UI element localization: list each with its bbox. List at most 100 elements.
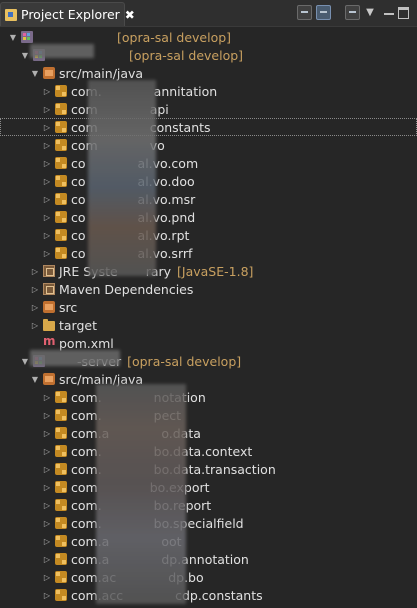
pkg-icon <box>55 517 67 529</box>
tree-row[interactable]: ▷ target <box>0 316 417 334</box>
view-toolbar: ▼ <box>297 5 409 20</box>
collapsed-arrow-icon[interactable]: ▷ <box>42 537 52 546</box>
collapsed-arrow-icon[interactable]: ▷ <box>30 303 40 312</box>
collapsed-arrow-icon[interactable]: ▷ <box>42 195 52 204</box>
tree-row[interactable]: ▷ com api <box>0 100 417 118</box>
tree-item-label: co <box>71 173 86 189</box>
tree-item-label: src/main/java <box>59 65 144 81</box>
collapsed-arrow-icon[interactable]: ▷ <box>42 465 52 474</box>
tree-row[interactable]: ▼ src/main/java <box>0 64 417 82</box>
pkg-icon <box>55 103 67 115</box>
collapsed-arrow-icon[interactable]: ▷ <box>42 105 52 114</box>
pkg-icon <box>55 463 67 475</box>
collapsed-arrow-icon[interactable]: ▷ <box>42 231 52 240</box>
pkg-icon <box>55 85 67 97</box>
collapsed-arrow-icon[interactable]: ▷ <box>42 573 52 582</box>
tree-item-label: com <box>71 479 98 495</box>
tree-row[interactable]: ▷ Maven Dependencies <box>0 280 417 298</box>
tree-row[interactable]: ▼ src/main/java <box>0 370 417 388</box>
tree-row[interactable]: ▷ co al.vo.com <box>0 154 417 172</box>
expanded-arrow-icon[interactable]: ▼ <box>20 51 30 60</box>
expanded-arrow-icon[interactable]: ▼ <box>30 375 40 384</box>
tree-item-label-tail: cdp.constants <box>175 587 263 603</box>
tree-row[interactable]: ▷JRE Systerary[JavaSE-1.8] <box>0 262 417 280</box>
pkg-icon <box>55 553 67 565</box>
expanded-arrow-icon[interactable]: ▼ <box>20 357 30 366</box>
tree-item-label-tail: annitation <box>153 83 218 99</box>
pkg-icon <box>55 571 67 583</box>
tree-row[interactable]: ▷com.acdp.bo <box>0 568 417 586</box>
tree-row[interactable]: ▷ co al.vo.rpt <box>0 226 417 244</box>
focus-icon[interactable] <box>345 5 360 20</box>
collapsed-arrow-icon[interactable]: ▷ <box>42 213 52 222</box>
tree-row[interactable]: ▷ com. bo.data.context <box>0 442 417 460</box>
tree-item-label: co <box>71 245 86 261</box>
close-icon[interactable]: ✖ <box>125 8 135 22</box>
tree-row[interactable]: ▷ com constants <box>0 118 417 136</box>
tree-row[interactable]: ▷ co al.vo.srrf <box>0 244 417 262</box>
redacted-region <box>30 350 120 366</box>
collapse-all-icon[interactable] <box>297 5 312 20</box>
collapsed-arrow-icon[interactable]: ▷ <box>42 141 52 150</box>
project-icon <box>21 31 33 43</box>
pkg-icon <box>55 427 67 439</box>
tree-row[interactable]: ▷ co al.vo.doo <box>0 172 417 190</box>
tree-row[interactable]: ▷ com vo <box>0 136 417 154</box>
tree-row[interactable]: ▷ com.a dp.annotation <box>0 550 417 568</box>
minimize-icon[interactable] <box>384 13 394 15</box>
collapsed-arrow-icon[interactable]: ▷ <box>30 321 40 330</box>
view-menu-icon[interactable]: ▼ <box>364 5 376 20</box>
git-branch-decoration: [JavaSE-1.8] <box>177 263 254 279</box>
srcfolder-icon <box>43 67 55 79</box>
tree-row[interactable]: ▷com.aoot <box>0 532 417 550</box>
tree-row[interactable]: ▷combo.export <box>0 478 417 496</box>
tree-item-label: co <box>71 191 86 207</box>
collapsed-arrow-icon[interactable]: ▷ <box>42 555 52 564</box>
tree-row[interactable]: ▷com.ao.data <box>0 424 417 442</box>
pkg-icon <box>55 139 67 151</box>
tree-row[interactable]: ▷ src <box>0 298 417 316</box>
collapsed-arrow-icon[interactable]: ▷ <box>42 501 52 510</box>
collapsed-arrow-icon[interactable]: ▷ <box>42 483 52 492</box>
collapsed-arrow-icon[interactable]: ▷ <box>42 159 52 168</box>
collapsed-arrow-icon[interactable]: ▷ <box>30 285 40 294</box>
expanded-arrow-icon[interactable]: ▼ <box>8 33 18 42</box>
pkg-icon <box>55 499 67 511</box>
collapsed-arrow-icon[interactable]: ▷ <box>42 249 52 258</box>
tree-row[interactable]: ▷com.bo.report <box>0 496 417 514</box>
pkg-icon <box>55 175 67 187</box>
tree-row[interactable]: ▷com.acccdp.constants <box>0 586 417 604</box>
srcfolder-icon <box>43 373 55 385</box>
tree-row[interactable]: ▷ co al.vo.msr <box>0 190 417 208</box>
link-with-editor-icon[interactable] <box>316 5 331 20</box>
pkg-icon <box>55 481 67 493</box>
folder-icon <box>43 319 55 331</box>
view-tab-bar: Project Explorer ✖ ▼ <box>0 0 417 27</box>
tree-item-label: co <box>71 155 86 171</box>
collapsed-arrow-icon[interactable]: ▷ <box>42 591 52 600</box>
collapsed-arrow-icon[interactable]: ▷ <box>30 267 40 276</box>
tab-project-explorer[interactable]: Project Explorer ✖ <box>0 2 135 26</box>
tree-item-label: co <box>71 209 86 225</box>
collapsed-arrow-icon[interactable]: ▷ <box>42 447 52 456</box>
expanded-arrow-icon[interactable]: ▼ <box>30 69 40 78</box>
collapsed-arrow-icon[interactable]: ▷ <box>42 429 52 438</box>
collapsed-arrow-icon[interactable]: ▷ <box>42 393 52 402</box>
tree-row[interactable]: ▷ com. annitation <box>0 82 417 100</box>
tree-row[interactable]: ▷com.pect <box>0 406 417 424</box>
collapsed-arrow-icon[interactable]: ▷ <box>42 519 52 528</box>
pom-icon <box>43 334 56 349</box>
collapsed-arrow-icon[interactable]: ▷ <box>42 177 52 186</box>
tree-row[interactable]: ▷com.notation <box>0 388 417 406</box>
pkg-icon <box>55 211 67 223</box>
tree-row[interactable]: ▷ co al.vo.pnd <box>0 208 417 226</box>
pkg-icon <box>55 445 67 457</box>
tree-row[interactable]: ▷ com. bo.data.transaction <box>0 460 417 478</box>
tree-row[interactable]: ▷ com. bo.specialfield <box>0 514 417 532</box>
collapsed-arrow-icon[interactable]: ▷ <box>42 123 52 132</box>
collapsed-arrow-icon[interactable]: ▷ <box>42 87 52 96</box>
tab-label: Project Explorer <box>21 7 120 22</box>
pkg-icon <box>55 229 67 241</box>
collapsed-arrow-icon[interactable]: ▷ <box>42 411 52 420</box>
maximize-icon[interactable] <box>398 7 409 19</box>
